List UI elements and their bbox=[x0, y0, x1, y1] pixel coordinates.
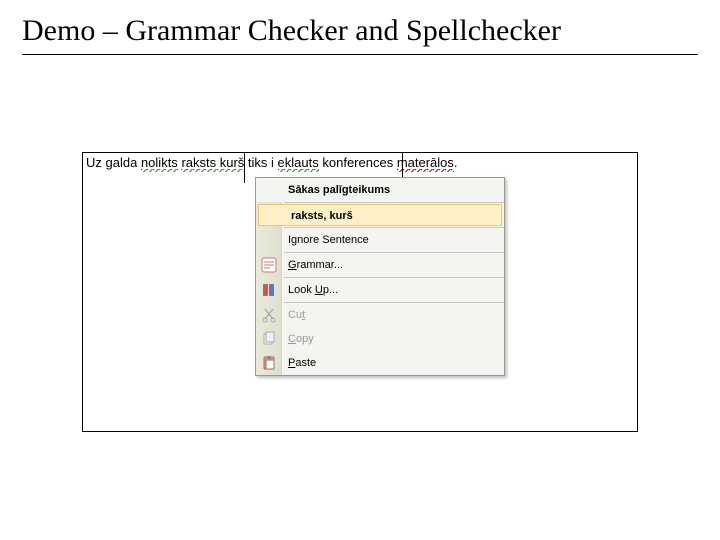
word-grammar-error[interactable]: raksts kurš bbox=[181, 155, 244, 172]
menu-ignore-sentence[interactable]: Ignore Sentence bbox=[256, 228, 504, 252]
lookup-icon bbox=[261, 282, 277, 298]
paste-icon bbox=[261, 355, 277, 371]
menu-header: Sākas palīgteikums bbox=[256, 178, 504, 202]
menu-grammar[interactable]: Grammar... bbox=[256, 253, 504, 277]
period: . bbox=[454, 155, 458, 172]
word: Uz bbox=[86, 155, 102, 172]
title-underline bbox=[22, 54, 698, 55]
slide-title: Demo – Grammar Checker and Spellchecker bbox=[0, 0, 720, 54]
menu-paste[interactable]: Paste bbox=[256, 351, 504, 375]
word-spelling-error[interactable]: materālos bbox=[397, 155, 454, 172]
word: konferences bbox=[322, 155, 393, 172]
document-screenshot: Uz galda nolikts raksts kurš tiks i ekla… bbox=[82, 152, 638, 432]
menu-copy: Copy bbox=[256, 327, 504, 351]
cut-icon bbox=[261, 307, 277, 323]
menu-separator bbox=[284, 202, 504, 203]
menu-suggestion[interactable]: raksts, kurš bbox=[258, 204, 502, 226]
word: tiks bbox=[248, 155, 268, 172]
word-grammar-error[interactable]: nolikts bbox=[141, 155, 178, 172]
text-caret bbox=[244, 153, 245, 183]
word: i bbox=[271, 155, 274, 172]
word-grammar-error[interactable]: eklauts bbox=[278, 155, 319, 172]
menu-lookup[interactable]: Look Up... bbox=[256, 278, 504, 302]
menu-cut: Cut bbox=[256, 303, 504, 327]
copy-icon bbox=[261, 331, 277, 347]
context-menu: Sākas palīgteikums raksts, kurš Ignore S… bbox=[255, 177, 505, 376]
sample-sentence: Uz galda nolikts raksts kurš tiks i ekla… bbox=[86, 155, 458, 172]
word: galda bbox=[106, 155, 138, 172]
grammar-icon bbox=[261, 257, 277, 273]
